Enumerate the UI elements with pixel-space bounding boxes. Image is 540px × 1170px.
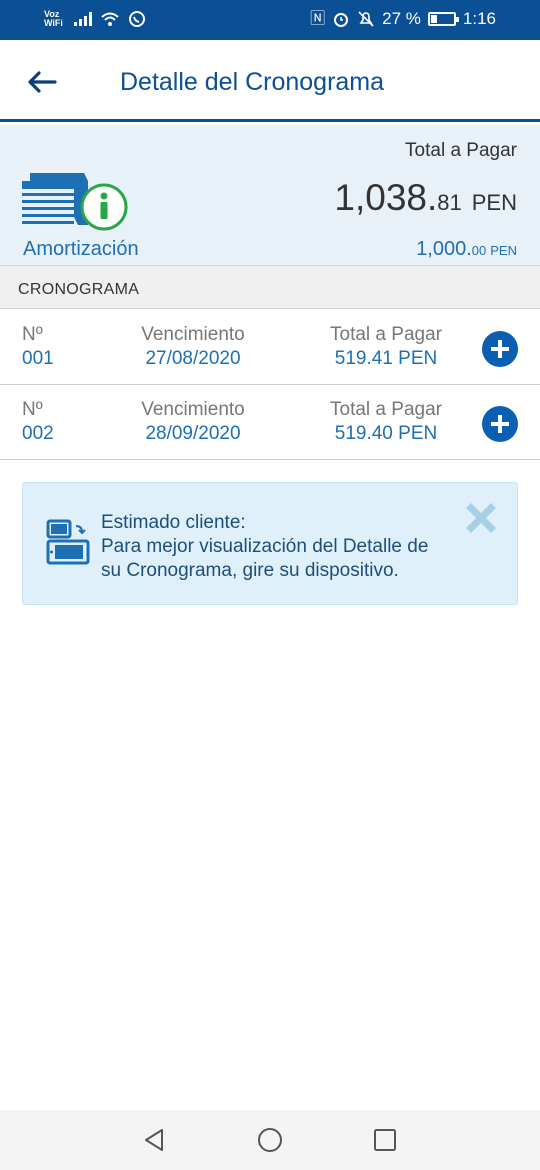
battery-fill	[430, 15, 437, 23]
principal-amount-decimals: 00	[471, 243, 487, 258]
wifi-text: WiFi	[44, 18, 63, 28]
total-cell: Total a Pagar 519.41 PEN	[312, 324, 460, 372]
due-date-cell: Vencimiento 27/08/2020	[120, 324, 266, 372]
row-total: 519.41 PEN	[334, 348, 438, 369]
amortization-icon	[22, 173, 128, 231]
status-time: 1:16	[462, 9, 496, 28]
notice-text: Estimado cliente: Para mejor visualizaci…	[101, 511, 428, 583]
status-bar: Voz WiFi 🄽 27 % 1:16	[0, 0, 540, 40]
total-amount-decimals: 81	[437, 190, 462, 215]
total-currency: PEN	[471, 190, 517, 215]
signal-icon	[74, 12, 92, 26]
total-amount-integer: 1,038.	[334, 177, 438, 218]
summary-panel: Total a Pagar 1,038. 81 PEN Amortización…	[0, 125, 540, 265]
principal-currency: PEN	[490, 243, 517, 258]
section-header: CRONOGRAMA	[0, 265, 540, 309]
battery-icon	[427, 12, 459, 26]
status-left: Voz WiFi	[44, 10, 146, 28]
alarm-icon	[334, 13, 349, 27]
principal-amount: 1,000. 00 PEN	[416, 238, 517, 261]
section-title: CRONOGRAMA	[18, 281, 140, 298]
installment-number: 001	[22, 348, 54, 369]
nav-home-icon[interactable]	[255, 1125, 285, 1155]
due-date-label: Vencimiento	[141, 324, 245, 345]
installment-number-cell: Nº 002	[22, 399, 54, 447]
rotate-device-notice: Estimado cliente: Para mejor visualizaci…	[22, 482, 518, 605]
schedule-row[interactable]: Nº 002 Vencimiento 28/09/2020 Total a Pa…	[0, 385, 540, 460]
notice-line-2: Para mejor visualización del Detalle de	[101, 536, 429, 557]
total-cell: Total a Pagar 519.40 PEN	[312, 399, 460, 447]
voz-wifi-label: Voz WiFi	[44, 10, 66, 28]
row-total: 519.40 PEN	[334, 423, 438, 444]
due-date: 28/09/2020	[145, 423, 241, 444]
system-nav-bar	[0, 1110, 540, 1170]
row-total-label: Total a Pagar	[330, 399, 442, 420]
close-icon[interactable]	[466, 503, 496, 533]
bell-off-icon	[358, 11, 374, 27]
installment-number-label: Nº	[22, 399, 43, 420]
expand-plus-icon[interactable]	[482, 331, 518, 367]
expand-plus-icon[interactable]	[482, 406, 518, 442]
due-date-cell: Vencimiento 28/09/2020	[120, 399, 266, 447]
due-date: 27/08/2020	[145, 348, 241, 369]
installment-number-label: Nº	[22, 324, 43, 345]
installment-number-cell: Nº 001	[22, 324, 54, 372]
wifi-icon	[101, 12, 119, 26]
principal-amount-integer: 1,000.	[416, 238, 472, 260]
nav-back-icon[interactable]	[140, 1125, 170, 1155]
whatsapp-icon	[129, 11, 145, 27]
battery-percent: 27 %	[382, 9, 421, 28]
total-label: Total a Pagar	[405, 140, 517, 161]
arrow-left-icon	[28, 71, 57, 93]
row-total-label: Total a Pagar	[330, 324, 442, 345]
nfc-icon: 🄽	[310, 10, 326, 27]
amortization-label: Amortización	[23, 238, 139, 260]
schedule-row[interactable]: Nº 001 Vencimiento 27/08/2020 Total a Pa…	[0, 310, 540, 385]
notice-line-1: Estimado cliente:	[101, 512, 246, 533]
total-amount: 1,038. 81 PEN	[334, 177, 517, 219]
app-header: Detalle del Cronograma	[0, 40, 540, 122]
installment-number: 002	[22, 423, 54, 444]
back-button[interactable]	[22, 64, 62, 100]
nav-recent-apps-icon[interactable]	[370, 1125, 400, 1155]
page-title: Detalle del Cronograma	[120, 68, 385, 96]
due-date-label: Vencimiento	[141, 399, 245, 420]
notice-line-3: su Cronograma, gire su dispositivo.	[101, 560, 399, 581]
rotate-device-icon	[46, 519, 90, 565]
status-right: 🄽 27 % 1:16	[310, 9, 496, 29]
